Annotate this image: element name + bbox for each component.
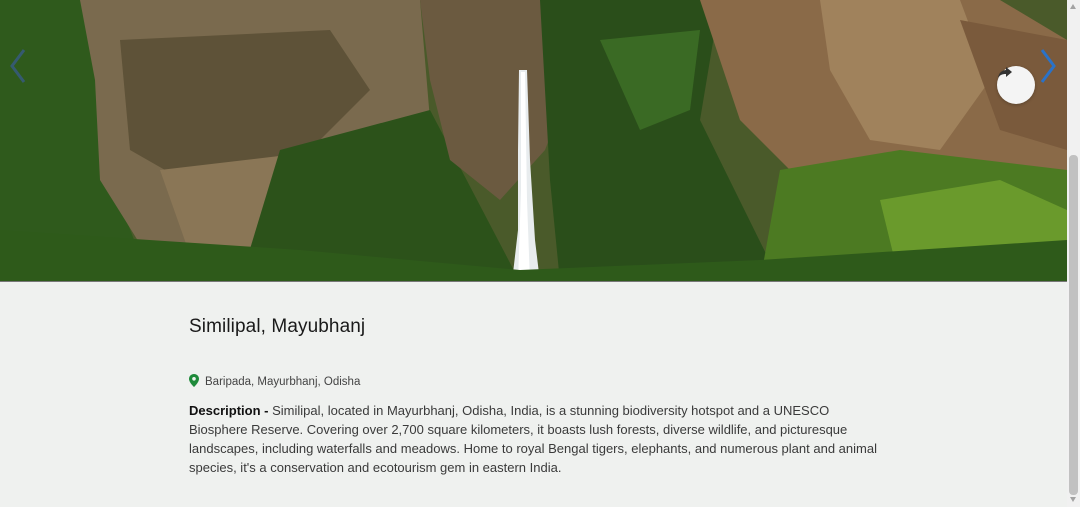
hero-image (0, 0, 1067, 282)
description-label: Description - (189, 403, 273, 418)
description: Description - Similipal, located in Mayu… (189, 401, 879, 477)
page-title: Similipal, Mayubhanj (189, 316, 366, 337)
chevron-right-icon[interactable] (1036, 46, 1062, 86)
waterfall-landscape-image (0, 0, 1067, 282)
vertical-scrollbar[interactable] (1067, 0, 1080, 507)
scroll-down-arrow-icon[interactable] (1070, 497, 1076, 502)
scrollbar-thumb[interactable] (1069, 155, 1078, 495)
location-text: Baripada, Mayurbhanj, Odisha (205, 375, 361, 388)
place-details: Similipal, Mayubhanj Baripada, Mayurbhan… (189, 316, 879, 475)
location-row: Baripada, Mayurbhanj, Odisha (189, 372, 360, 391)
description-text: Similipal, located in Mayurbhanj, Odisha… (189, 403, 877, 475)
chevron-left-icon[interactable] (6, 46, 32, 86)
hero-divider (0, 281, 1067, 282)
share-button[interactable] (997, 66, 1035, 104)
scroll-up-arrow-icon[interactable] (1070, 4, 1076, 9)
map-pin-icon (189, 372, 199, 391)
